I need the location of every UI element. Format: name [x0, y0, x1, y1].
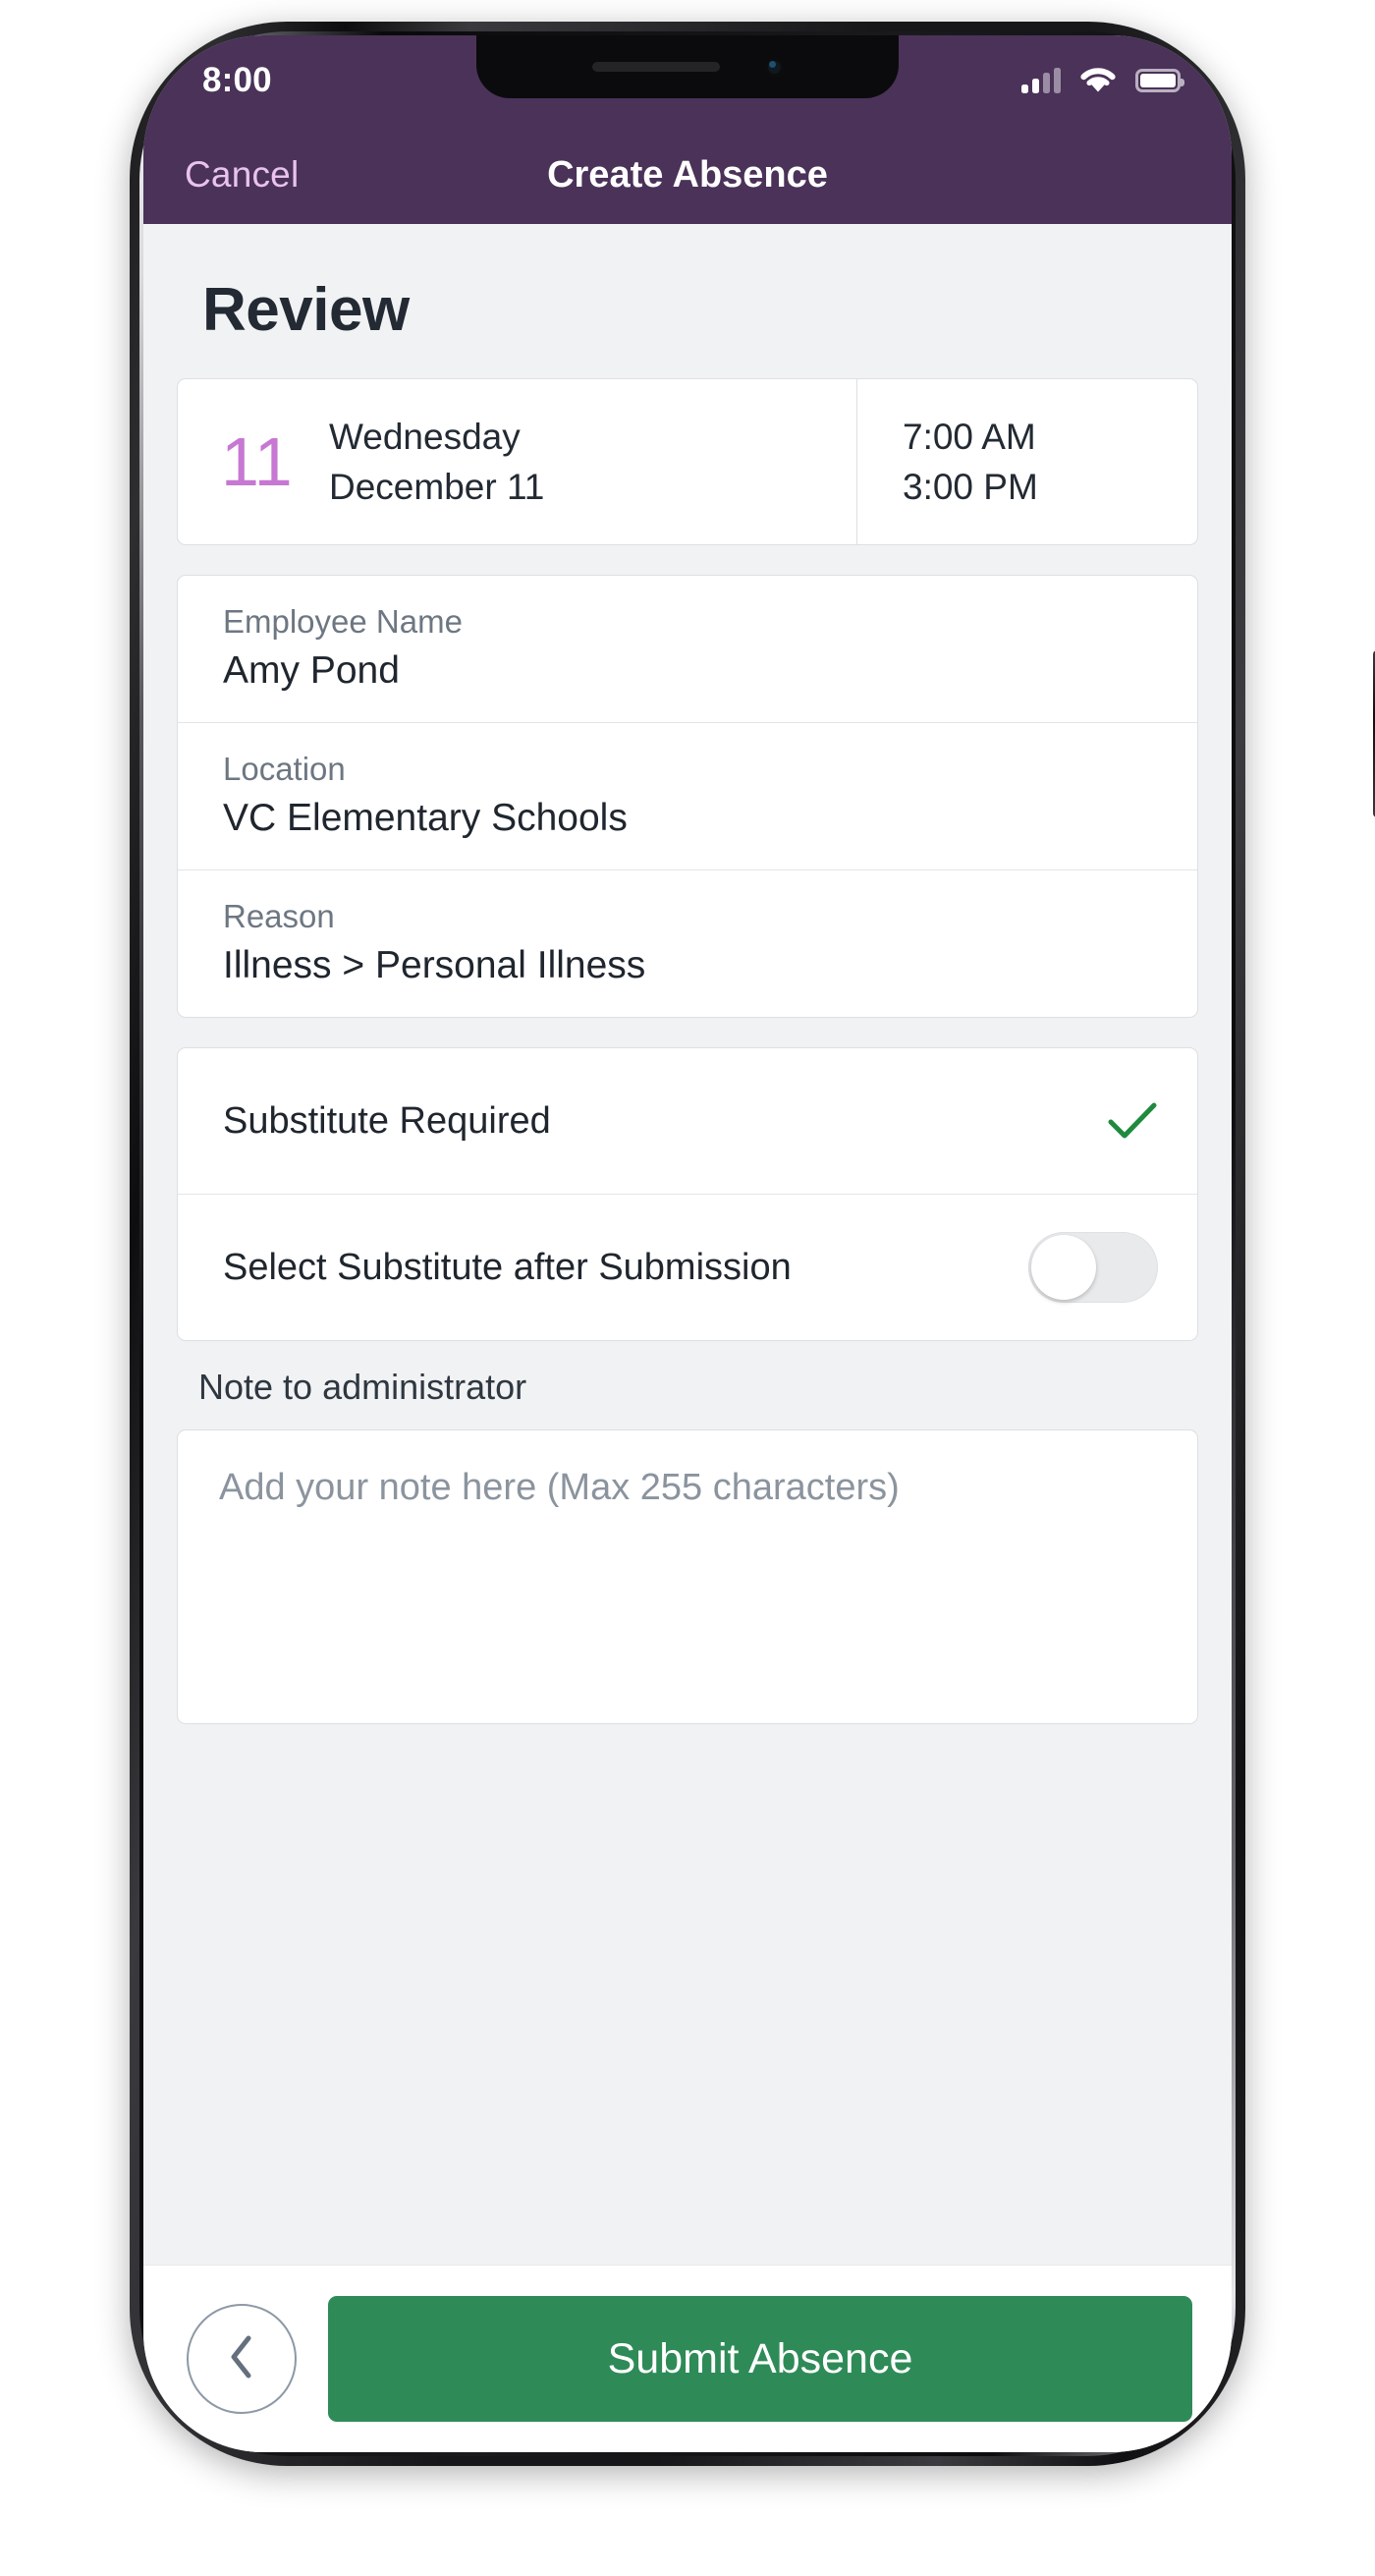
screenshot-stage: 8:00 Cancel Create Absence Review 11 Wed…: [0, 0, 1375, 2576]
check-icon: [1107, 1100, 1158, 1142]
page-title: Create Absence: [547, 153, 828, 196]
earpiece-speaker: [591, 62, 720, 72]
phone-bezel: 8:00 Cancel Create Absence Review 11 Wed…: [143, 35, 1232, 2452]
note-placeholder-text: Add your note here (Max 255 characters): [219, 1467, 900, 1509]
device-notch: [476, 35, 899, 98]
time-summary: 7:00 AM 3:00 PM: [857, 379, 1197, 544]
note-section-label: Note to administrator: [198, 1367, 527, 1408]
wifi-icon: [1077, 64, 1119, 98]
select-substitute-toggle[interactable]: [1028, 1232, 1158, 1304]
status-bar-time: 8:00: [202, 61, 272, 99]
end-time: 3:00 PM: [903, 467, 1038, 508]
detail-value: Amy Pond: [223, 649, 400, 693]
detail-row-reason: Reason Illness > Personal Illness: [178, 870, 1197, 1017]
detail-value: Illness > Personal Illness: [223, 944, 646, 987]
cellular-signal-icon: [1021, 68, 1061, 93]
date-summary: 11 Wednesday December 11: [178, 379, 857, 545]
date-month-day: December 11: [329, 467, 545, 508]
date-weekday: Wednesday: [329, 417, 521, 457]
note-textarea[interactable]: Add your note here (Max 255 characters): [177, 1429, 1198, 1725]
phone-frame: 8:00 Cancel Create Absence Review 11 Wed…: [130, 22, 1375, 2466]
select-substitute-after-row[interactable]: Select Substitute after Submission: [178, 1195, 1197, 1340]
date-day-number: 11: [221, 423, 293, 501]
status-bar-icons: [1021, 64, 1184, 98]
battery-full-icon: [1135, 69, 1184, 92]
navigation-bar: Cancel Create Absence: [143, 126, 1232, 224]
absence-date-card[interactable]: 11 Wednesday December 11 7:00 AM 3:00 PM: [177, 378, 1198, 546]
app-screen: 8:00 Cancel Create Absence Review 11 Wed…: [143, 35, 1232, 2452]
substitute-required-label: Substitute Required: [223, 1099, 551, 1142]
footer-action-bar: Submit Absence: [143, 2265, 1232, 2452]
detail-row-employee-name: Employee Name Amy Pond: [178, 576, 1197, 724]
substitute-required-row[interactable]: Substitute Required: [178, 1048, 1197, 1196]
substitute-card: Substitute Required Select Substitute af…: [177, 1047, 1198, 1342]
date-text-lines: Wednesday December 11: [329, 415, 544, 509]
main-content: Review 11 Wednesday December 11 7:00 AM: [143, 224, 1232, 2265]
select-substitute-after-label: Select Substitute after Submission: [223, 1246, 792, 1288]
start-time: 7:00 AM: [903, 417, 1036, 457]
detail-row-location: Location VC Elementary Schools: [178, 723, 1197, 871]
review-heading: Review: [202, 276, 410, 344]
back-button[interactable]: [187, 2304, 297, 2414]
detail-label: Employee Name: [223, 603, 463, 641]
front-camera: [764, 57, 784, 77]
absence-details-card: Employee Name Amy Pond Location VC Eleme…: [177, 575, 1198, 1019]
submit-absence-button[interactable]: Submit Absence: [328, 2296, 1192, 2422]
detail-label: Location: [223, 751, 346, 788]
chevron-left-icon: [225, 2333, 258, 2385]
detail-value: VC Elementary Schools: [223, 797, 628, 840]
toggle-knob: [1031, 1235, 1096, 1301]
app-header: 8:00 Cancel Create Absence: [143, 35, 1232, 224]
detail-label: Reason: [223, 898, 335, 935]
